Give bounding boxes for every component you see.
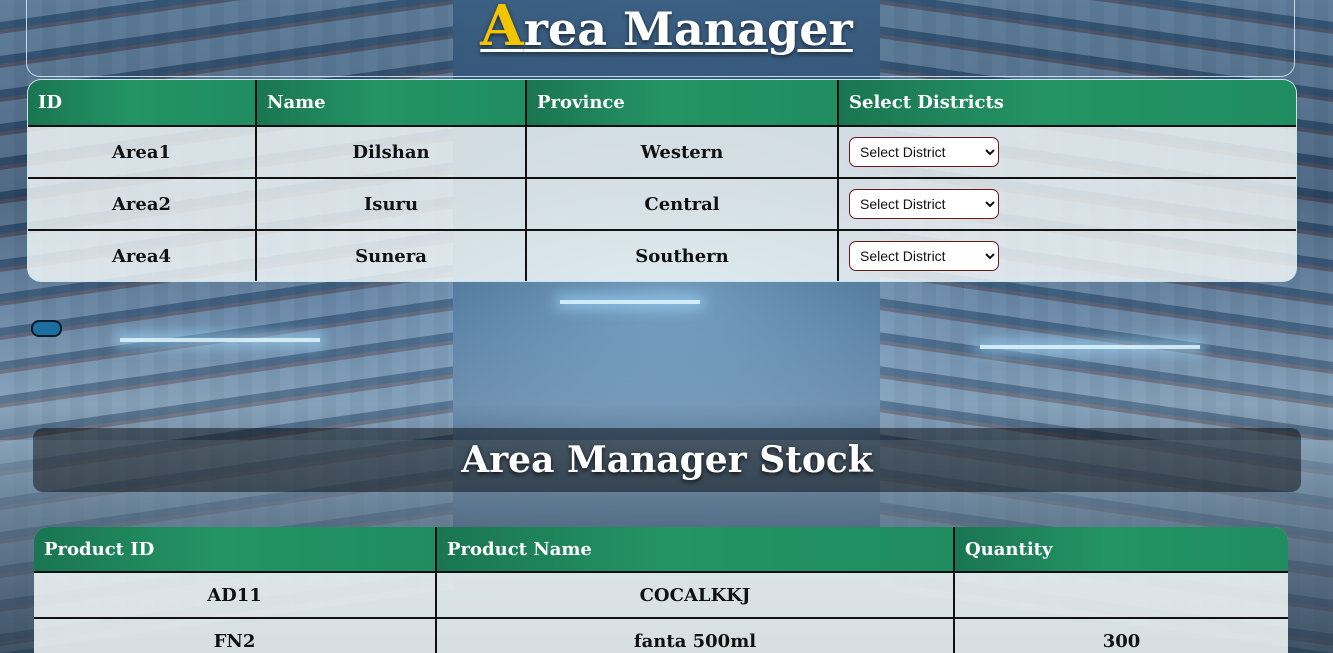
stock-table-header-row: Product ID Product Name Quantity (34, 527, 1288, 573)
stock-table: Product ID Product Name Quantity AD11 CO… (34, 527, 1288, 653)
table-row: Area1 Dilshan Western Select District (28, 126, 1296, 179)
column-header-name: Name (256, 80, 527, 127)
table-row: Area4 Sunera Southern Select District (28, 230, 1296, 281)
cell-province: Western (526, 126, 839, 179)
district-select[interactable]: Select District (849, 241, 999, 271)
cell-id: Area2 (28, 178, 257, 231)
table-row: Area2 Isuru Central Select District (28, 178, 1296, 231)
cell-district: Select District (838, 126, 1296, 179)
area-table: ID Name Province Select Districts Area1 … (27, 79, 1297, 282)
title-first-letter: A (480, 0, 524, 59)
cell-province: Southern (526, 230, 839, 281)
title-rest: rea Manager (523, 2, 853, 56)
column-header-product-id: Product ID (34, 527, 437, 573)
column-header-id: ID (28, 80, 257, 127)
cell-name: Dilshan (256, 126, 527, 179)
ceiling-light (120, 338, 320, 342)
district-select[interactable]: Select District (849, 189, 999, 219)
cell-name: Sunera (256, 230, 527, 281)
area-table-header-row: ID Name Province Select Districts (28, 80, 1296, 127)
cell-product-name: COCALKKJ (436, 572, 955, 619)
district-select[interactable]: Select District (849, 137, 999, 167)
cell-quantity: 300 (1102, 630, 1141, 652)
column-header-product-name: Product Name (436, 527, 955, 573)
page-header: Area Manager (0, 0, 1333, 78)
cell-district: Select District (838, 178, 1296, 231)
toggle-button[interactable] (31, 320, 62, 337)
ceiling-light (980, 345, 1200, 349)
column-header-select-districts: Select Districts (838, 80, 1296, 127)
cell-product-name: fanta 500ml (436, 618, 955, 653)
column-header-province: Province (526, 80, 839, 127)
ceiling-light (560, 300, 700, 304)
table-row: FN2 fanta 500ml 300 (34, 618, 1288, 653)
stock-section-banner: Area Manager Stock (33, 428, 1301, 492)
cell-id: Area4 (28, 230, 257, 281)
cell-name: Isuru (256, 178, 527, 231)
page-title: Area Manager (480, 0, 852, 55)
cell-product-id: AD11 (34, 572, 437, 619)
cell-product-id: FN2 (34, 618, 437, 653)
cell-province: Central (526, 178, 839, 231)
table-row: AD11 COCALKKJ (34, 572, 1288, 619)
column-header-quantity: Quantity (954, 527, 1288, 573)
cell-id: Area1 (28, 126, 257, 179)
stock-section-title: Area Manager Stock (461, 439, 873, 481)
cell-district: Select District (838, 230, 1296, 281)
cell-quantity (954, 572, 1288, 619)
